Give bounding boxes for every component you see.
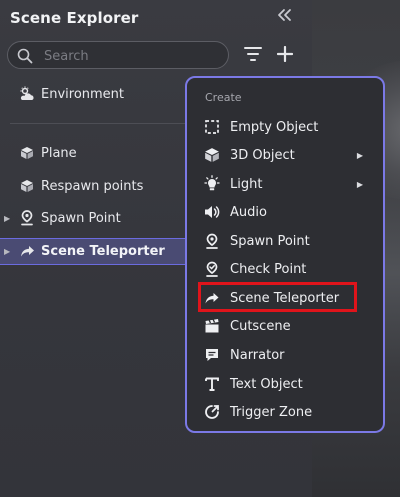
weather-cloud-sun-icon (19, 86, 35, 102)
text-t-icon (203, 375, 221, 393)
search-icon (17, 48, 33, 64)
menu-item-label: Empty Object (230, 119, 319, 135)
menu-item-label: Trigger Zone (230, 404, 313, 420)
speaker-icon (203, 203, 221, 221)
trigger-zone-icon (203, 403, 221, 421)
menu-item-scene-teleporter[interactable]: Scene Teleporter (187, 284, 383, 312)
double-chevron-left-icon (278, 9, 291, 21)
forward-arrow-icon (203, 289, 221, 307)
menu-item-label: Scene Teleporter (230, 290, 340, 306)
menu-item-label: Check Point (230, 261, 307, 277)
cube-icon (203, 146, 221, 164)
tree-item-label: Plane (41, 145, 77, 161)
menu-item-narrator[interactable]: Narrator (187, 341, 383, 369)
light-bulb-icon (203, 175, 221, 193)
plus-icon (276, 45, 294, 63)
menu-item-cutscene[interactable]: Cutscene (187, 312, 383, 340)
menu-item-label: Audio (230, 204, 267, 220)
collapse-panel-button[interactable] (276, 7, 292, 26)
menu-item-label: Light (230, 176, 263, 192)
filter-button[interactable] (244, 46, 262, 66)
location-pin-icon (203, 232, 221, 250)
filter-icon (244, 47, 262, 61)
tree-item-label: Environment (41, 86, 125, 102)
speech-bubble-icon (203, 346, 221, 364)
menu-item-check-point[interactable]: Check Point (187, 255, 383, 283)
create-context-menu: Create Empty Object 3D Object ▶ Light ▶ (185, 76, 385, 433)
submenu-arrow-icon: ▶ (356, 179, 363, 189)
menu-item-label: 3D Object (230, 147, 295, 163)
menu-item-text-object[interactable]: Text Object (187, 370, 383, 398)
tree-item-label: Scene Teleporter (41, 244, 165, 259)
expand-caret-icon[interactable]: ▶ (4, 214, 10, 223)
submenu-arrow-icon: ▶ (356, 150, 363, 160)
tree-item-label: Spawn Point (41, 210, 121, 226)
forward-arrow-icon (19, 244, 35, 260)
menu-item-label: Text Object (230, 376, 303, 392)
dashed-square-icon (203, 118, 221, 136)
expand-caret-icon[interactable]: ▶ (4, 247, 10, 256)
clapperboard-icon (203, 317, 221, 335)
menu-item-label: Spawn Point (230, 233, 310, 249)
cube-icon (19, 145, 35, 161)
menu-item-label: Cutscene (230, 318, 291, 334)
menu-item-3d-object[interactable]: 3D Object ▶ (187, 141, 383, 169)
cube-icon (19, 178, 35, 194)
location-pin-icon (19, 210, 35, 226)
search-input[interactable] (42, 45, 216, 67)
menu-item-label: Narrator (230, 347, 285, 363)
menu-item-spawn-point[interactable]: Spawn Point (187, 227, 383, 255)
menu-item-empty-object[interactable]: Empty Object (187, 113, 383, 141)
menu-item-light[interactable]: Light ▶ (187, 170, 383, 198)
search-box (7, 41, 229, 69)
tree-item-label: Respawn points (41, 178, 144, 194)
add-object-button[interactable] (276, 40, 294, 70)
menu-item-audio[interactable]: Audio (187, 198, 383, 226)
menu-header: Create (205, 91, 242, 104)
menu-item-trigger-zone[interactable]: Trigger Zone (187, 398, 383, 426)
check-pin-icon (203, 260, 221, 278)
panel-title: Scene Explorer (10, 9, 139, 27)
